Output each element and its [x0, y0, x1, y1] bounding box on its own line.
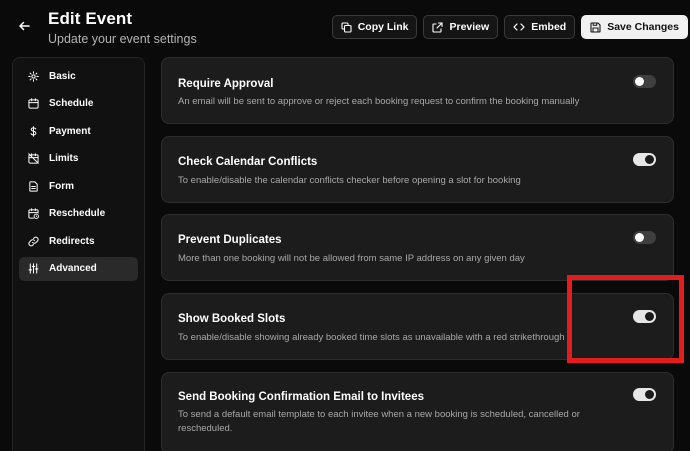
setting-description: To send a default email template to each…: [178, 409, 580, 434]
sidebar-item-label: Redirects: [49, 235, 95, 247]
setting-title: Show Booked Slots: [178, 313, 286, 325]
page-title: Edit Event: [48, 9, 133, 28]
copy-link-label: Copy Link: [357, 21, 409, 33]
sidebar-item-label: Advanced: [49, 263, 97, 275]
toolbar: Copy Link Preview Embed Save Changes: [331, 15, 688, 39]
embed-label: Embed: [531, 21, 567, 33]
back-button[interactable]: [12, 14, 36, 38]
sidebar-item-label: Reschedule: [49, 208, 106, 220]
sidebar-item-redirects[interactable]: Redirects: [19, 229, 138, 254]
setting-card-require-approval: Require Approval An email will be sent t…: [161, 57, 674, 124]
sidebar-item-advanced[interactable]: Advanced: [19, 256, 138, 281]
embed-button[interactable]: Embed: [504, 15, 576, 39]
setting-description: To enable/disable the calendar conflicts…: [178, 175, 521, 186]
setting-card-prevent-duplicates: Prevent Duplicates More than one booking…: [161, 214, 674, 281]
sidebar-item-label: Schedule: [49, 98, 94, 110]
dollar-icon: [30, 125, 37, 137]
setting-title: Require Approval: [178, 78, 274, 90]
preview-label: Preview: [449, 21, 490, 33]
setting-title: Send Booking Confirmation Email to Invit…: [178, 391, 424, 403]
sliders-icon: [28, 263, 39, 274]
setting-title: Prevent Duplicates: [178, 234, 282, 246]
document-icon: [29, 181, 38, 192]
highlight-box: [567, 275, 684, 363]
require-approval-toggle[interactable]: [633, 75, 656, 88]
prevent-duplicates-toggle[interactable]: [633, 231, 656, 244]
sidebar-item-payment[interactable]: Payment: [19, 119, 138, 144]
send-booking-confirmation-toggle[interactable]: [633, 388, 656, 401]
copy-link-button[interactable]: Copy Link: [331, 15, 418, 39]
setting-card-send-booking-confirmation: Send Booking Confirmation Email to Invit…: [161, 372, 674, 451]
settings-sidebar: Basic Schedule Payment Limits Form Resch…: [12, 57, 145, 451]
save-icon: [590, 21, 601, 33]
save-changes-button[interactable]: Save Changes: [581, 15, 688, 39]
setting-description: More than one booking will not be allowe…: [178, 253, 525, 264]
code-icon: [513, 23, 525, 31]
calendar-clock-icon: [28, 208, 39, 220]
check-calendar-conflicts-toggle[interactable]: [633, 153, 656, 166]
page-subtitle: Update your event settings: [48, 32, 197, 46]
setting-title: Check Calendar Conflicts: [178, 156, 318, 168]
gear-icon: [28, 70, 39, 82]
sidebar-item-reschedule[interactable]: Reschedule: [19, 202, 138, 227]
preview-button[interactable]: Preview: [423, 15, 499, 39]
copy-icon: [341, 21, 352, 33]
setting-card-check-calendar-conflicts: Check Calendar Conflicts To enable/disab…: [161, 136, 674, 203]
setting-description: An email will be sent to approve or reje…: [178, 96, 580, 107]
sidebar-item-label: Payment: [49, 125, 91, 137]
sidebar-item-label: Form: [49, 180, 74, 192]
sidebar-item-form[interactable]: Form: [19, 174, 138, 199]
arrow-left-icon: [19, 21, 30, 31]
sidebar-item-schedule[interactable]: Schedule: [19, 92, 138, 117]
sidebar-item-label: Basic: [49, 70, 76, 82]
calendar-off-icon: [28, 153, 39, 165]
save-changes-label: Save Changes: [607, 21, 679, 33]
sidebar-item-label: Limits: [49, 153, 79, 165]
sidebar-item-limits[interactable]: Limits: [19, 147, 138, 172]
setting-description: To enable/disable showing already booked…: [178, 332, 565, 343]
link-icon: [28, 236, 39, 247]
calendar-icon: [28, 98, 39, 109]
sidebar-item-basic[interactable]: Basic: [19, 64, 138, 89]
external-link-icon: [432, 21, 444, 33]
